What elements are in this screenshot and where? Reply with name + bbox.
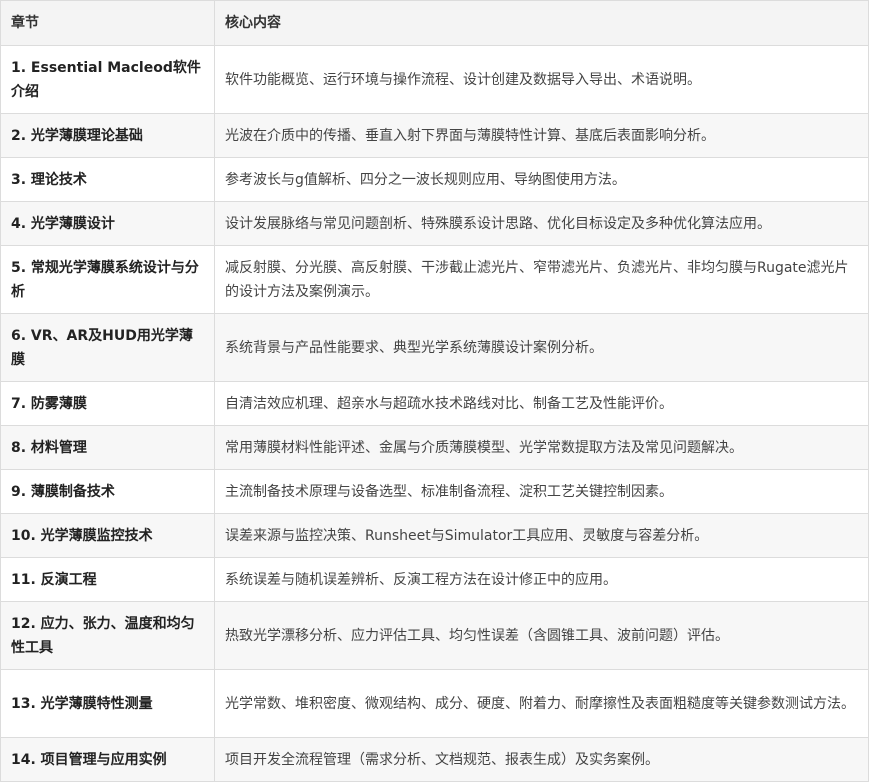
content-cell: 主流制备技术原理与设备选型、标准制备流程、淀积工艺关键控制因素。 [214,469,869,514]
table-row: 9. 薄膜制备技术 主流制备技术原理与设备选型、标准制备流程、淀积工艺关键控制因… [0,469,869,514]
table-row: 7. 防雾薄膜 自清洁效应机理、超亲水与超疏水技术路线对比、制备工艺及性能评价。 [0,381,869,426]
content-cell: 参考波长与g值解析、四分之一波长规则应用、导纳图使用方法。 [214,157,869,202]
table-row: 3. 理论技术 参考波长与g值解析、四分之一波长规则应用、导纳图使用方法。 [0,157,869,202]
table-row: 14. 项目管理与应用实例 项目开发全流程管理（需求分析、文档规范、报表生成）及… [0,737,869,782]
chapter-cell: 8. 材料管理 [0,425,215,470]
content-cell: 自清洁效应机理、超亲水与超疏水技术路线对比、制备工艺及性能评价。 [214,381,869,426]
header-row: 章节 核心内容 [0,0,869,46]
table-row: 13. 光学薄膜特性测量 光学常数、堆积密度、微观结构、成分、硬度、附着力、耐摩… [0,669,869,738]
table-header: 章节 核心内容 [0,0,869,46]
chapter-cell: 3. 理论技术 [0,157,215,202]
content-cell: 系统误差与随机误差辨析、反演工程方法在设计修正中的应用。 [214,557,869,602]
content-cell: 误差来源与监控决策、Runsheet与Simulator工具应用、灵敏度与容差分… [214,513,869,558]
content-cell: 热致光学漂移分析、应力评估工具、均匀性误差（含圆锥工具、波前问题）评估。 [214,601,869,670]
table-row: 1. Essential Macleod软件介绍 软件功能概览、运行环境与操作流… [0,45,869,114]
table-row: 11. 反演工程 系统误差与随机误差辨析、反演工程方法在设计修正中的应用。 [0,557,869,602]
table-row: 4. 光学薄膜设计 设计发展脉络与常见问题剖析、特殊膜系设计思路、优化目标设定及… [0,201,869,246]
chapter-cell: 1. Essential Macleod软件介绍 [0,45,215,114]
column-header-chapter: 章节 [0,0,215,46]
chapter-cell: 6. VR、AR及HUD用光学薄膜 [0,313,215,382]
content-cell: 软件功能概览、运行环境与操作流程、设计创建及数据导入导出、术语说明。 [214,45,869,114]
content-cell: 光学常数、堆积密度、微观结构、成分、硬度、附着力、耐摩擦性及表面粗糙度等关键参数… [214,669,869,738]
chapter-cell: 7. 防雾薄膜 [0,381,215,426]
content-cell: 光波在介质中的传播、垂直入射下界面与薄膜特性计算、基底后表面影响分析。 [214,113,869,158]
table-body: 1. Essential Macleod软件介绍 软件功能概览、运行环境与操作流… [0,45,869,782]
chapter-cell: 11. 反演工程 [0,557,215,602]
chapter-cell: 14. 项目管理与应用实例 [0,737,215,782]
chapter-table: 章节 核心内容 1. Essential Macleod软件介绍 软件功能概览、… [0,0,869,782]
table-row: 6. VR、AR及HUD用光学薄膜 系统背景与产品性能要求、典型光学系统薄膜设计… [0,313,869,382]
chapter-cell: 2. 光学薄膜理论基础 [0,113,215,158]
chapter-cell: 13. 光学薄膜特性测量 [0,669,215,738]
table-row: 12. 应力、张力、温度和均匀性工具 热致光学漂移分析、应力评估工具、均匀性误差… [0,601,869,670]
column-header-content: 核心内容 [214,0,869,46]
content-cell: 常用薄膜材料性能评述、金属与介质薄膜模型、光学常数提取方法及常见问题解决。 [214,425,869,470]
table-row: 8. 材料管理 常用薄膜材料性能评述、金属与介质薄膜模型、光学常数提取方法及常见… [0,425,869,470]
chapter-cell: 4. 光学薄膜设计 [0,201,215,246]
content-cell: 设计发展脉络与常见问题剖析、特殊膜系设计思路、优化目标设定及多种优化算法应用。 [214,201,869,246]
table-row: 2. 光学薄膜理论基础 光波在介质中的传播、垂直入射下界面与薄膜特性计算、基底后… [0,113,869,158]
table-row: 10. 光学薄膜监控技术 误差来源与监控决策、Runsheet与Simulato… [0,513,869,558]
content-cell: 减反射膜、分光膜、高反射膜、干涉截止滤光片、窄带滤光片、负滤光片、非均匀膜与Ru… [214,245,869,314]
table-row: 5. 常规光学薄膜系统设计与分析 减反射膜、分光膜、高反射膜、干涉截止滤光片、窄… [0,245,869,314]
chapter-cell: 12. 应力、张力、温度和均匀性工具 [0,601,215,670]
chapter-cell: 9. 薄膜制备技术 [0,469,215,514]
chapter-cell: 5. 常规光学薄膜系统设计与分析 [0,245,215,314]
chapter-cell: 10. 光学薄膜监控技术 [0,513,215,558]
content-cell: 系统背景与产品性能要求、典型光学系统薄膜设计案例分析。 [214,313,869,382]
content-cell: 项目开发全流程管理（需求分析、文档规范、报表生成）及实务案例。 [214,737,869,782]
